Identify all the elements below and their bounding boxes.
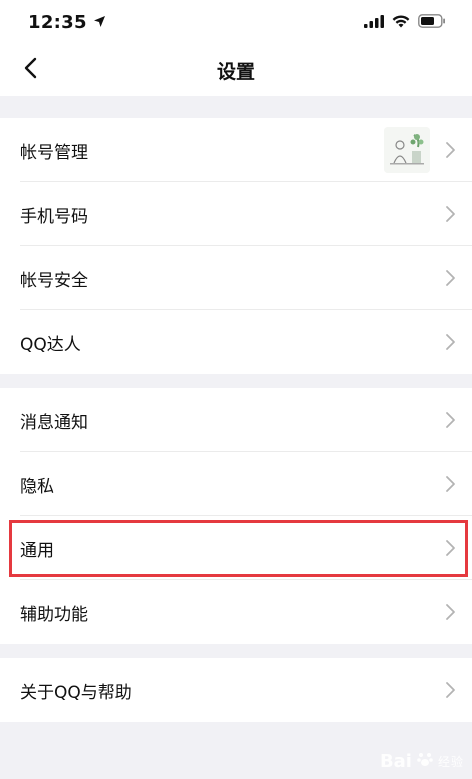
chevron-right-icon — [444, 603, 456, 621]
settings-group-account: 帐号管理 手机号码 帐号安全 QQ达人 — [0, 118, 472, 374]
time-text: 12:35 — [28, 11, 87, 33]
row-label: 辅助功能 — [20, 604, 88, 625]
settings-row-qq-expert[interactable]: QQ达人 — [0, 310, 472, 374]
settings-row-privacy[interactable]: 隐私 — [0, 452, 472, 516]
chevron-right-icon — [444, 539, 456, 557]
chevron-right-icon — [444, 411, 456, 429]
status-bar: 12:35 — [0, 0, 472, 44]
chevron-right-icon — [444, 681, 456, 699]
settings-row-account-security[interactable]: 帐号安全 — [0, 246, 472, 310]
settings-row-phone-number[interactable]: 手机号码 — [0, 182, 472, 246]
chevron-right-icon — [444, 475, 456, 493]
settings-row-notifications[interactable]: 消息通知 — [0, 388, 472, 452]
settings-group-general: 消息通知 隐私 通用 辅助功能 — [0, 388, 472, 644]
wifi-icon — [392, 13, 410, 32]
row-label: 帐号安全 — [20, 270, 88, 291]
settings-row-accessibility[interactable]: 辅助功能 — [0, 580, 472, 644]
settings-row-account-management[interactable]: 帐号管理 — [0, 118, 472, 182]
watermark-sub: 经验 — [437, 755, 464, 769]
row-label: QQ达人 — [20, 334, 81, 355]
back-button[interactable] — [14, 54, 46, 86]
chevron-right-icon — [444, 333, 456, 351]
row-label: 手机号码 — [20, 206, 88, 227]
chevron-right-icon — [444, 205, 456, 223]
settings-row-about-help[interactable]: 关于QQ与帮助 — [0, 658, 472, 722]
watermark-brand: Bai — [379, 751, 412, 772]
row-label: 通用 — [20, 540, 54, 561]
chevron-right-icon — [444, 141, 456, 159]
watermark-logo: Bai 经验 — [380, 750, 464, 773]
battery-icon — [418, 13, 446, 32]
chevron-right-icon — [444, 269, 456, 287]
nav-bar: 设置 — [0, 44, 472, 96]
location-arrow-icon — [93, 12, 106, 33]
signal-icon — [364, 13, 384, 32]
chevron-left-icon — [23, 57, 37, 83]
row-label: 帐号管理 — [20, 142, 88, 163]
row-label: 隐私 — [20, 476, 54, 497]
row-label: 消息通知 — [20, 412, 88, 433]
settings-row-general[interactable]: 通用 — [0, 516, 472, 580]
row-label: 关于QQ与帮助 — [20, 682, 132, 703]
settings-group-about: 关于QQ与帮助 — [0, 658, 472, 722]
avatar — [384, 127, 430, 173]
status-time: 12:35 — [28, 12, 106, 33]
paw-icon — [416, 750, 434, 773]
page-title: 设置 — [216, 60, 255, 83]
